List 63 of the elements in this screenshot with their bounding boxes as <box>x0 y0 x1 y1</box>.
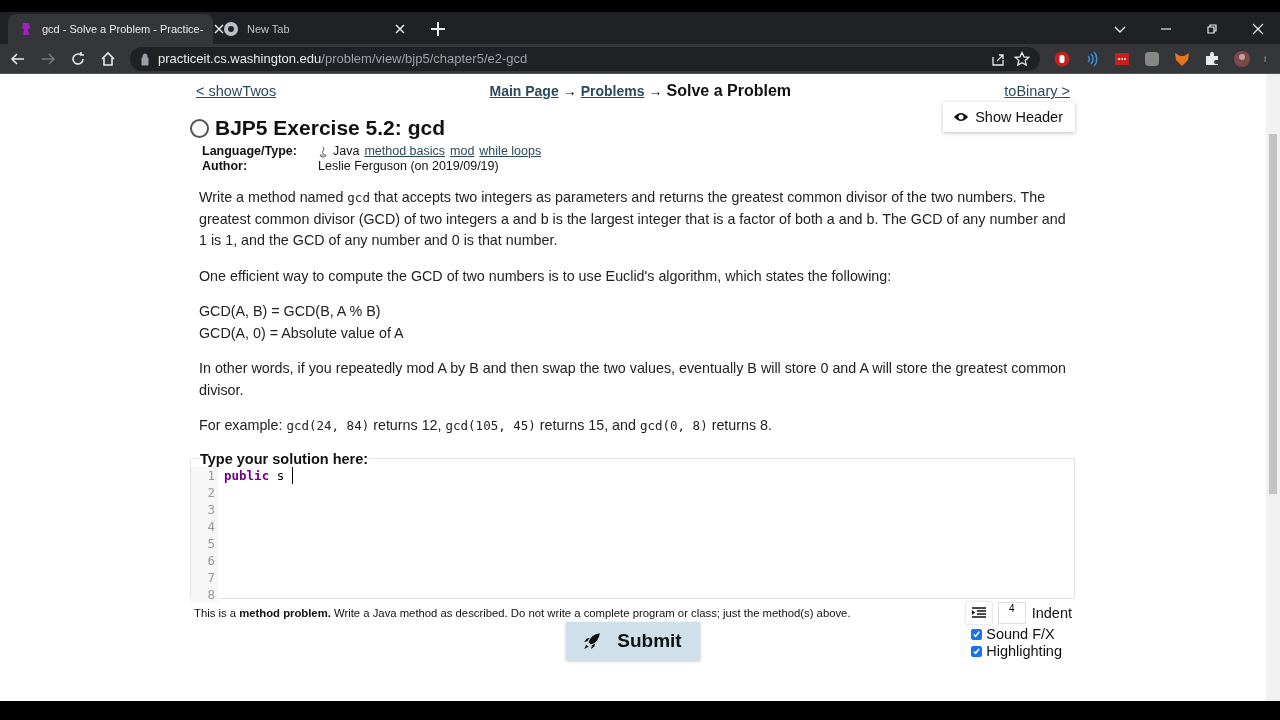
tag-link[interactable]: mod <box>450 144 475 159</box>
description-paragraph: For example: gcd(24, 84) returns 12, gcd(105, 45) returns 15, and gcd(0, 8) returns 8. <box>199 416 774 435</box>
instruction-note: This is a method problem. Write a Java method as described. Do not write a complete program or class; just the method(s) above. <box>194 606 851 619</box>
line-number: 5 <box>206 534 215 552</box>
code-line: public s <box>224 467 285 484</box>
checkbox[interactable] <box>971 628 983 640</box>
breadcrumb-arrow: → <box>562 83 577 99</box>
star-icon[interactable] <box>1014 50 1030 67</box>
status-circle <box>190 118 209 138</box>
tag-link[interactable]: while loops <box>479 144 542 159</box>
indent-button[interactable] <box>965 601 992 624</box>
show-header-button[interactable]: Show Header <box>943 102 1075 132</box>
fox-icon[interactable] <box>1174 50 1190 67</box>
new-tab-icon[interactable] <box>428 19 448 39</box>
submit-button[interactable]: Submit <box>565 621 700 660</box>
line-number: 7 <box>206 568 215 586</box>
description-paragraph: GCD(A, B) = GCD(B, A % B) GCD(A, 0) = Absolute value of A <box>199 302 405 343</box>
restore-icon[interactable] <box>1204 21 1220 37</box>
breadcrumb-link[interactable]: Main Page <box>489 83 559 99</box>
address-bar[interactable]: practiceit.cs.washington.edu/problem/view/bjp5/chapter5/e2-gcd <box>130 46 1040 71</box>
line-number: 4 <box>206 517 215 535</box>
scrollbar-thumb[interactable] <box>1269 134 1277 494</box>
previous-problem-link[interactable]: < showTwos <box>196 83 277 99</box>
extension-icon[interactable] <box>1144 50 1160 67</box>
dots-icon[interactable] <box>1114 50 1130 67</box>
line-number: 1 <box>206 467 215 484</box>
indent-field[interactable]: 4 <box>997 601 1026 624</box>
lock-icon <box>140 50 150 67</box>
breadcrumb-arrow: → <box>648 83 663 99</box>
text-cursor <box>291 466 293 484</box>
description-paragraph: Write a method named gcd that accepts two integers as parameters and returns the greatest common divisor of the two numbers. The greatest common divisor (GCD) of two integers a and b is the largest integer that is a factor of both a and b. The GCD of any number and 1 is 1, and the GCD of any number and 0 is that number. <box>199 188 1067 250</box>
avatar-icon[interactable] <box>1234 50 1250 67</box>
meta-label: Language/Type: <box>202 144 298 159</box>
breadcrumb-link[interactable]: Problems <box>580 83 645 99</box>
hand-icon[interactable] <box>1054 50 1070 67</box>
problem-title: BJP5 Exercise 5.2: gcd <box>215 116 445 140</box>
back-icon[interactable] <box>10 50 26 67</box>
puzzle-icon[interactable] <box>1204 50 1220 67</box>
line-number: 3 <box>206 500 215 518</box>
checkbox-label: Highlighting <box>986 642 1062 660</box>
forward-icon[interactable] <box>40 50 56 67</box>
reload-icon[interactable] <box>70 50 86 67</box>
line-number: 6 <box>206 551 215 569</box>
next-problem-link[interactable]: toBinary > <box>1004 83 1070 99</box>
checkbox-label: Sound F/X <box>986 625 1055 643</box>
description-paragraph: One efficient way to compute the GCD of two numbers is to use Euclid's algorithm, which states the following: <box>199 266 893 286</box>
language-text: Java <box>333 144 360 159</box>
rocket-icon <box>583 631 602 650</box>
close-icon[interactable] <box>1250 21 1266 37</box>
description-paragraph: In other words, if you repeatedly mod A by B and then swap the two values, eventually B will store 0 and A will store the greatest common divisor. <box>199 359 1068 400</box>
browser-tab[interactable]: New Tab <box>213 14 418 44</box>
line-number: 2 <box>206 483 215 501</box>
current-page-title: Solve a Problem <box>666 82 792 100</box>
java-icon <box>318 145 328 158</box>
indent-label: Indent <box>1031 604 1072 621</box>
meta-label: Author: <box>202 159 249 174</box>
editor-label: Type your solution here: <box>199 450 370 467</box>
author-text: Leslie Ferguson (on 2019/09/19) <box>318 159 500 174</box>
home-icon[interactable] <box>100 50 116 67</box>
tag-link[interactable]: method basics <box>364 144 445 159</box>
chrome-icon <box>223 21 239 37</box>
checkbox[interactable] <box>971 645 983 657</box>
indent-icon <box>971 606 986 619</box>
